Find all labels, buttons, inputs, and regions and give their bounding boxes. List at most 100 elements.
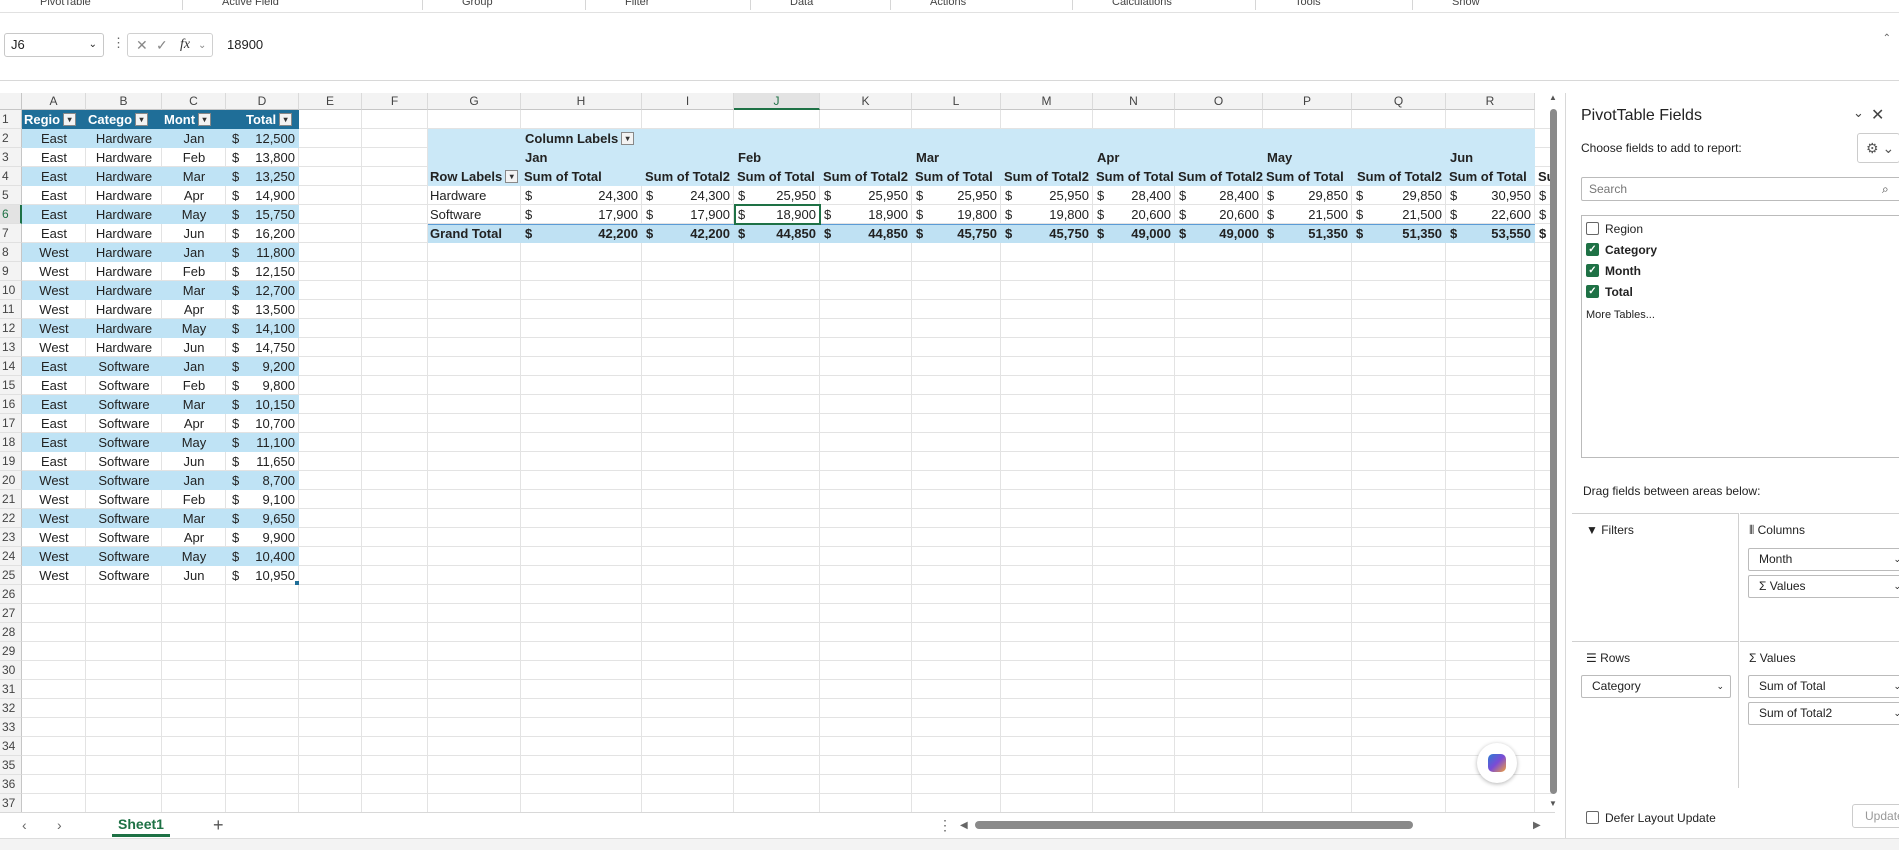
table-cell[interactable]: 13,500 [240,300,299,319]
table-cell[interactable]: 11,800 [240,243,299,262]
pivot-value-cell[interactable]: 20,600 [1189,205,1263,224]
more-options-icon[interactable]: ⋮ [938,817,952,834]
column-header[interactable]: E [299,93,362,110]
table-cell[interactable]: Mar [162,167,226,186]
pivot-value-cell[interactable]: 51,350 [1366,224,1446,243]
row-header[interactable]: 7 [0,224,22,243]
field-item[interactable]: Region [1586,220,1643,238]
column-header[interactable]: M [1001,93,1093,110]
pivot-value-cell[interactable]: 44,850 [748,224,820,243]
pivot-measure-header[interactable]: Sum of Total2 [1175,167,1263,186]
column-header[interactable]: F [362,93,428,110]
pivot-value-cell[interactable]: 18,900 [834,205,912,224]
pivot-value-cell[interactable]: 24,300 [656,186,734,205]
row-header[interactable]: 10 [0,281,22,300]
table-cell[interactable]: East [22,205,86,224]
table-cell[interactable]: Jun [162,224,226,243]
table-cell[interactable]: West [22,566,86,585]
table-cell[interactable]: Apr [162,414,226,433]
update-button[interactable]: Update [1852,804,1899,828]
pivot-measure-header[interactable]: Sum of Total [912,167,1001,186]
column-header[interactable]: J [734,93,820,110]
table-cell[interactable]: 14,100 [240,319,299,338]
pivot-month-header[interactable]: Jan [521,148,601,167]
row-header[interactable]: 21 [0,490,22,509]
pivot-measure-header[interactable]: Sum of Total2 [1352,167,1446,186]
table-cell[interactable]: Hardware [86,148,162,167]
table-cell[interactable]: Software [86,471,162,490]
chevron-down-icon[interactable]: ⌄ [1893,549,1899,570]
table-cell[interactable]: East [22,376,86,395]
row-header[interactable]: 22 [0,509,22,528]
table-cell[interactable]: West [22,509,86,528]
table-cell[interactable]: Software [86,547,162,566]
pivot-value-cell[interactable]: 17,900 [535,205,642,224]
table-cell[interactable]: Hardware [86,281,162,300]
pivot-value-cell[interactable]: 21,500 [1277,205,1352,224]
pivot-value-cell[interactable]: 25,950 [748,186,820,205]
table-cell[interactable]: 12,500 [240,129,299,148]
gear-icon[interactable]: ⚙ ⌄ [1857,133,1899,163]
pivot-measure-header[interactable]: Sum of Total2 [642,167,734,186]
next-sheet-icon[interactable]: › [57,817,62,833]
table-cell[interactable]: Apr [162,528,226,547]
table-cell[interactable]: East [22,129,86,148]
table-cell[interactable]: 11,650 [240,452,299,471]
table-cell[interactable]: 9,900 [240,528,299,547]
row-header[interactable]: 32 [0,699,22,718]
pivot-value-cell[interactable]: 44,850 [834,224,912,243]
row-header[interactable]: 14 [0,357,22,376]
row-header[interactable]: 6 [0,205,22,224]
row-header[interactable]: 24 [0,547,22,566]
chevron-down-icon[interactable]: ⌄ [89,34,97,56]
chevron-down-icon[interactable]: ⌄ [1716,676,1724,697]
pivot-value-cell[interactable]: 53,550 [1460,224,1535,243]
table-cell[interactable]: Feb [162,262,226,281]
pivot-value-cell[interactable]: 45,750 [1015,224,1093,243]
row-header[interactable]: 19 [0,452,22,471]
table-cell[interactable]: 10,950 [240,566,299,585]
checkbox-icon[interactable]: ✓ [1586,285,1599,299]
pivot-row-labels[interactable]: Row Labels ▾ [428,167,521,186]
pivot-value-cell[interactable]: 29,850 [1366,186,1446,205]
filter-dropdown-icon[interactable]: ▾ [63,113,77,127]
scroll-left-icon[interactable]: ◀ [960,820,968,831]
defer-layout-checkbox[interactable]: Defer Layout Update [1586,811,1716,825]
pivot-value-cell[interactable]: 25,950 [834,186,912,205]
column-header[interactable]: H [521,93,642,110]
vertical-scroll-thumb[interactable] [1550,109,1557,794]
table-cell[interactable]: 13,250 [240,167,299,186]
pivot-column-labels[interactable]: Column Labels ▾ [521,129,671,148]
row-header[interactable]: 5 [0,186,22,205]
pivot-value-cell[interactable]: 28,400 [1189,186,1263,205]
table-cell[interactable]: Software [86,433,162,452]
row-header[interactable]: 16 [0,395,22,414]
row-header[interactable]: 31 [0,680,22,699]
table-cell[interactable]: East [22,414,86,433]
table-cell[interactable]: West [22,300,86,319]
row-header[interactable]: 26 [0,585,22,604]
table-cell[interactable]: 10,400 [240,547,299,566]
table-cell[interactable]: Feb [162,490,226,509]
table-cell[interactable]: East [22,148,86,167]
table-cell[interactable]: Software [86,490,162,509]
pivot-row-label[interactable]: Grand Total [428,224,521,243]
table-cell[interactable]: Jun [162,338,226,357]
vertical-scrollbar[interactable]: ▲ ▼ [1549,93,1558,811]
table-header-cell[interactable]: Mont ▾ [162,110,226,129]
chevron-down-icon[interactable]: ⌄ [1893,703,1899,724]
filter-dropdown-icon[interactable]: ▾ [621,132,635,146]
row-header[interactable]: 4 [0,167,22,186]
table-cell[interactable]: 14,900 [240,186,299,205]
table-cell[interactable]: West [22,471,86,490]
table-cell[interactable]: West [22,338,86,357]
table-cell[interactable]: East [22,433,86,452]
table-cell[interactable]: Jan [162,129,226,148]
row-header[interactable]: 13 [0,338,22,357]
column-header[interactable]: A [22,93,86,110]
table-cell[interactable]: Apr [162,186,226,205]
rows-area[interactable] [1572,641,1738,642]
table-cell[interactable]: East [22,186,86,205]
table-cell[interactable]: 15,750 [240,205,299,224]
pivot-value-cell[interactable]: 20,600 [1107,205,1175,224]
